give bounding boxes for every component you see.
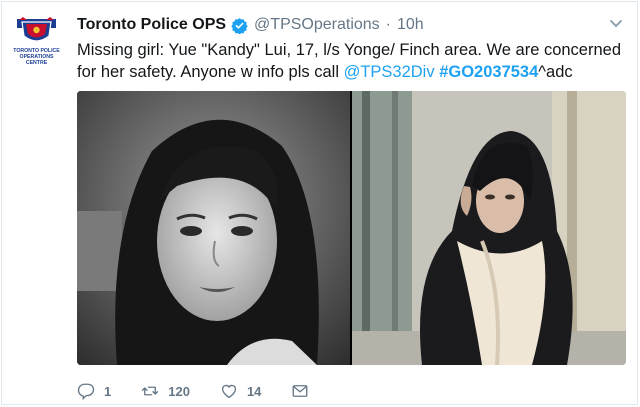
like-button[interactable]: 14 — [220, 382, 261, 400]
handle[interactable]: @TPSOperations — [254, 16, 380, 34]
retweet-icon — [142, 386, 159, 396]
tweet-actions: 1 120 14 — [77, 380, 339, 402]
verified-badge-icon — [231, 17, 248, 34]
caret-down-icon[interactable] — [609, 16, 623, 28]
photo-portrait[interactable] — [77, 91, 350, 365]
tweet-text-suffix: ^adc — [538, 63, 573, 81]
display-name[interactable]: Toronto Police OPS — [77, 16, 226, 34]
mention-link[interactable]: @TPS32Div — [344, 63, 435, 81]
reply-icon — [77, 383, 95, 400]
tweet-text: Missing girl: Yue "Kandy" Lui, 17, l/s Y… — [77, 39, 625, 83]
direct-message-button[interactable] — [291, 382, 309, 400]
like-count: 14 — [246, 383, 262, 399]
like-icon — [221, 384, 236, 399]
tweet-card[interactable]: TORONTO POLICE OPERATIONS CENTRE Toronto… — [1, 1, 638, 405]
media-grid[interactable] — [77, 91, 626, 365]
photo-surveillance[interactable] — [352, 91, 626, 365]
hashtag-link[interactable]: #GO2037534 — [439, 63, 538, 81]
separator-dot: · — [385, 16, 391, 33]
retweet-button[interactable]: 120 — [141, 382, 190, 400]
direct-message-icon — [292, 385, 308, 397]
timestamp[interactable]: 10h — [397, 16, 424, 34]
reply-count: 1 — [104, 383, 112, 399]
avatar[interactable]: TORONTO POLICE OPERATIONS CENTRE — [9, 14, 64, 70]
svg-text:CENTRE: CENTRE — [26, 60, 48, 66]
toronto-police-crest-icon: TORONTO POLICE OPERATIONS CENTRE — [9, 14, 64, 70]
reply-button[interactable]: 1 — [77, 382, 111, 400]
tweet-header: Toronto Police OPS @TPSOperations · 10h — [77, 14, 424, 36]
retweet-count: 120 — [168, 383, 190, 399]
